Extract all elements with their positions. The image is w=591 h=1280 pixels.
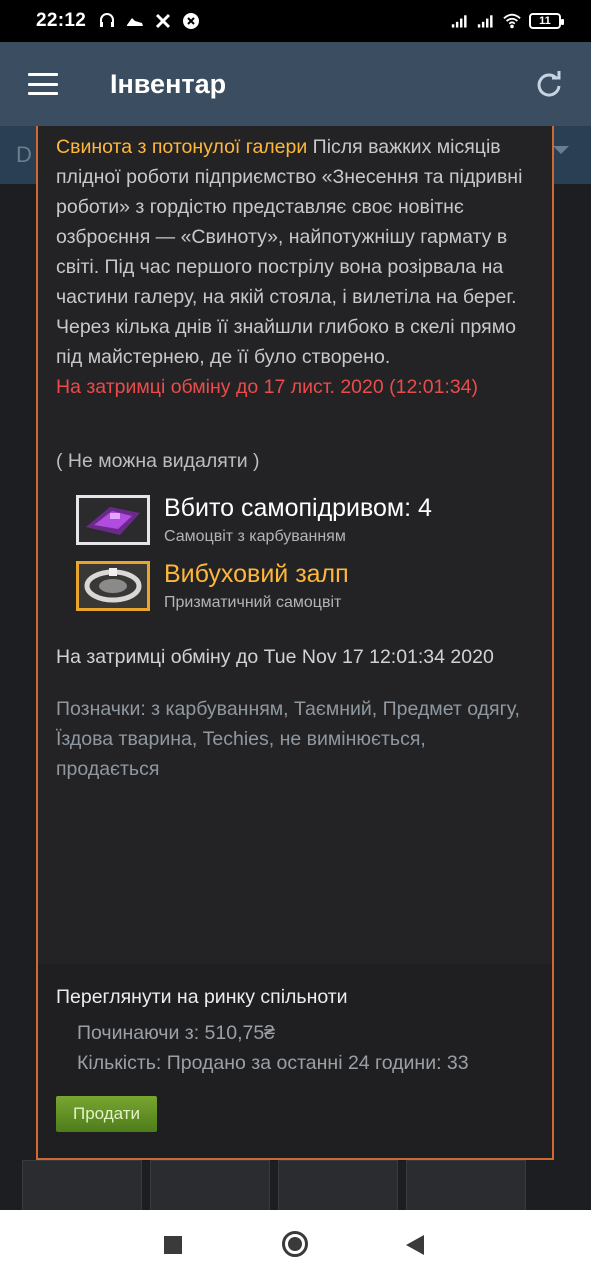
- gem-title: Вибуховий залп: [164, 560, 349, 588]
- status-time: 22:12: [36, 10, 87, 31]
- dropdown-label: D: [16, 142, 32, 167]
- inventory-tile[interactable]: [150, 1160, 270, 1212]
- sell-button[interactable]: Продати: [56, 1096, 157, 1132]
- app-x-icon: [156, 13, 171, 29]
- page-title: Інвентар: [110, 68, 227, 99]
- trade-hold-date: На затримці обміну до Tue Nov 17 12:01:3…: [56, 646, 494, 668]
- item-tags: Позначки: з карбуванням, Таємний, Предме…: [56, 698, 520, 780]
- back-icon[interactable]: [406, 1235, 424, 1255]
- gem-subtitle: Призматичний самоцвіт: [164, 594, 342, 611]
- gem-title: Вбито самопідривом: 4: [164, 494, 432, 522]
- gem-row: Вибуховий залп Призматичний самоцвіт: [76, 558, 534, 614]
- item-description-text: Після важких місяців плідної роботи підп…: [56, 136, 523, 368]
- signal-icon: [451, 15, 467, 28]
- item-detail-popup: Свинота з потонулої галери Після важких …: [36, 126, 554, 1160]
- view-in-market-link[interactable]: Переглянути на ринку спільноти: [56, 982, 534, 1012]
- inventory-tile[interactable]: [278, 1160, 398, 1212]
- item-description: Свинота з потонулої галери Після важких …: [56, 132, 534, 372]
- gem-row: Вбито самопідривом: 4 Самоцвіт з карбува…: [76, 492, 534, 548]
- recents-icon[interactable]: [164, 1236, 182, 1254]
- inventory-tile[interactable]: [22, 1160, 142, 1212]
- inscribed-gem-icon: [76, 495, 150, 545]
- wifi-icon: [503, 13, 521, 29]
- item-name: Свинота з потонулої галери: [56, 136, 308, 158]
- inventory-tile[interactable]: [406, 1160, 526, 1212]
- hamburger-menu-icon[interactable]: [28, 73, 58, 95]
- headset-icon: [100, 13, 115, 27]
- chevron-down-icon: [553, 146, 569, 154]
- sneaker-icon: [127, 18, 144, 26]
- app-circle-icon: [183, 13, 200, 29]
- system-nav-bar: [0, 1210, 591, 1280]
- app-bar: Інвентар: [0, 42, 591, 126]
- market-section: Переглянути на ринку спільноти Починаючи…: [38, 964, 552, 1158]
- gem-subtitle: Самоцвіт з карбуванням: [164, 528, 346, 545]
- not-removable-note: ( Не можна видаляти ): [56, 450, 260, 472]
- battery-icon: 11: [529, 13, 564, 29]
- market-quantity: Кількість: Продано за останні 24 години:…: [77, 1052, 469, 1074]
- status-bar: 22:12 11: [0, 0, 591, 42]
- trade-hold-warning: На затримці обміну до 17 лист. 2020 (12:…: [56, 376, 479, 398]
- refresh-icon[interactable]: [535, 70, 563, 98]
- market-starting-price: Починаючи з: 510,75₴: [77, 1022, 276, 1044]
- home-icon[interactable]: [282, 1231, 308, 1257]
- prismatic-gem-icon: [76, 561, 150, 611]
- signal-2-icon: [477, 15, 493, 28]
